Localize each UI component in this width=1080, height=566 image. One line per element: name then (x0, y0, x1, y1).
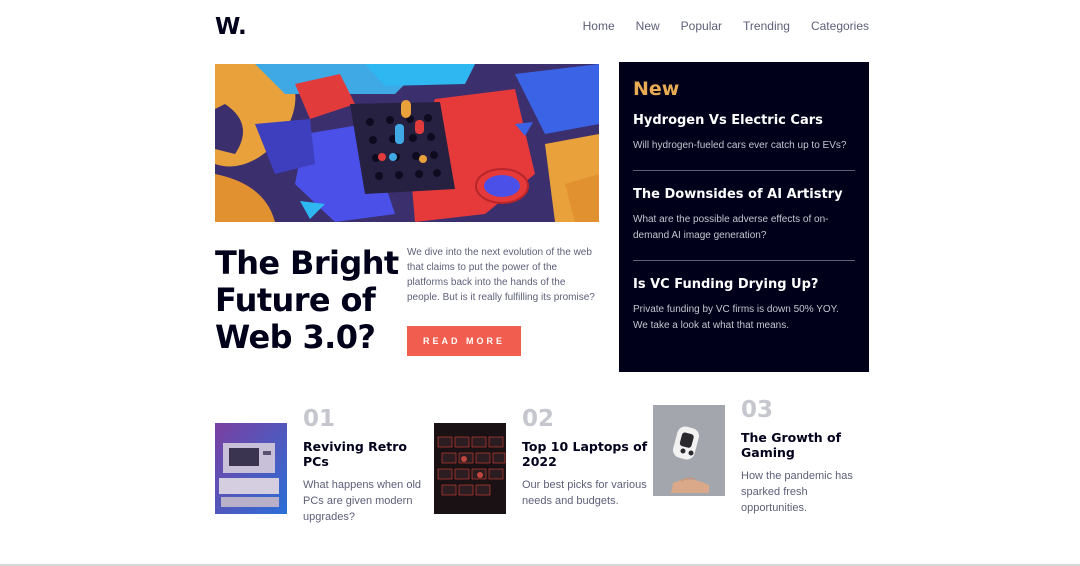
article-number: 02 (522, 406, 555, 432)
article-card[interactable]: 03 The Growth of Gaming How the pandemic… (653, 397, 872, 525)
hero-intro: We dive into the next evolution of the w… (407, 247, 595, 303)
new-articles-panel: New Hydrogen Vs Electric Cars Will hydro… (619, 62, 869, 372)
article-card-text: 02 Top 10 Laptops of 2022 Our best picks… (522, 405, 653, 525)
article-card-text: 01 Reviving Retro PCs What happens when … (303, 405, 434, 525)
article-number: 03 (741, 397, 774, 423)
nav-trending[interactable]: Trending (743, 19, 790, 33)
article-card-text: 03 The Growth of Gaming How the pandemic… (741, 396, 872, 525)
main-nav: Home New Popular Trending Categories (583, 19, 869, 33)
article-title[interactable]: Reviving Retro PCs (303, 439, 434, 469)
new-item-desc: Will hydrogen-fueled cars ever catch up … (633, 140, 847, 151)
retro-pc-thumbnail[interactable] (215, 423, 287, 514)
nav-popular[interactable]: Popular (681, 19, 722, 33)
article-desc: What happens when old PCs are given mode… (303, 479, 422, 523)
hero-image (215, 64, 599, 222)
new-item[interactable]: Hydrogen Vs Electric Cars Will hydrogen-… (633, 113, 855, 154)
article-title[interactable]: Top 10 Laptops of 2022 (522, 439, 653, 469)
article-card[interactable]: 01 Reviving Retro PCs What happens when … (215, 405, 434, 525)
game-controller-thumbnail[interactable] (653, 405, 725, 496)
new-item-desc: Private funding by VC firms is down 50% … (633, 304, 839, 331)
new-item-title[interactable]: Hydrogen Vs Electric Cars (633, 113, 855, 128)
divider (633, 170, 855, 171)
new-item-title[interactable]: The Downsides of AI Artistry (633, 187, 855, 202)
article-desc: How the pandemic has sparked fresh oppor… (741, 470, 853, 514)
nav-categories[interactable]: Categories (811, 19, 869, 33)
article-card[interactable]: 02 Top 10 Laptops of 2022 Our best picks… (434, 405, 653, 525)
article-number: 01 (303, 406, 336, 432)
site-logo[interactable]: W. (215, 14, 247, 40)
divider (633, 260, 855, 261)
read-more-button[interactable]: READ MORE (407, 326, 521, 356)
new-item-title[interactable]: Is VC Funding Drying Up? (633, 277, 855, 292)
new-panel-title: New (633, 78, 680, 100)
article-title[interactable]: The Growth of Gaming (741, 430, 872, 460)
new-item[interactable]: Is VC Funding Drying Up? Private funding… (633, 277, 855, 334)
nav-home[interactable]: Home (583, 19, 615, 33)
nav-new[interactable]: New (636, 19, 660, 33)
article-desc: Our best picks for various needs and bud… (522, 479, 647, 507)
laptop-keyboard-thumbnail[interactable] (434, 423, 506, 514)
hero-headline: The Bright Future of Web 3.0? (215, 244, 399, 356)
new-item[interactable]: The Downsides of AI Artistry What are th… (633, 187, 855, 244)
new-item-desc: What are the possible adverse effects of… (633, 214, 829, 241)
top-articles: 01 Reviving Retro PCs What happens when … (215, 397, 872, 525)
